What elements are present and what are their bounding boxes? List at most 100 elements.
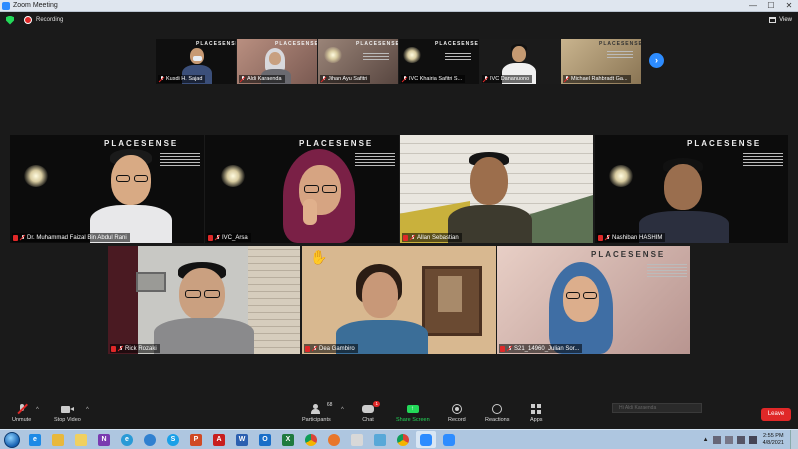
tray-network-icon[interactable] <box>712 435 721 444</box>
glasses <box>566 292 580 299</box>
air-conditioner <box>136 272 166 292</box>
glasses <box>134 175 148 182</box>
zoom-meeting-window: Zoom Meeting — ☐ ✕ Recording View PLACES… <box>0 0 798 449</box>
taskbar-edge-icon[interactable]: e <box>117 431 137 448</box>
tray-chevron-icon[interactable]: ▲ <box>703 437 709 443</box>
video-tile[interactable]: PLACESENSE S21_14960_Julian Sor... <box>497 246 690 354</box>
taskbar-zoom-icon[interactable] <box>416 431 436 448</box>
thumbnail-video[interactable]: PLACESENSE Jihan Ayu Safitri <box>318 39 398 84</box>
taskbar-chrome-icon[interactable] <box>301 431 321 448</box>
mic-muted-icon <box>564 76 569 82</box>
chat-button[interactable]: 1 Chat <box>362 401 380 423</box>
taskbar-excel-icon[interactable]: X <box>278 431 298 448</box>
tray-volume-icon[interactable] <box>748 435 757 444</box>
video-tile[interactable]: Rick Rozaki <box>108 246 300 354</box>
taskbar-explorer-icon[interactable] <box>48 431 68 448</box>
glasses <box>185 290 201 298</box>
curtain <box>108 246 138 354</box>
taskbar-ie-icon[interactable]: e <box>25 431 45 448</box>
taskbar-onenote-icon[interactable]: N <box>94 431 114 448</box>
studio-lamp <box>403 47 421 63</box>
mic-muted-icon <box>305 345 310 352</box>
thumbnail-video[interactable]: PLACESENSE Kusdi H. Sajad <box>156 39 236 84</box>
share-screen-button[interactable]: ↑ Share Screen <box>396 404 430 423</box>
title-bar: Zoom Meeting — ☐ ✕ <box>0 0 798 12</box>
mic-muted-icon <box>507 345 512 352</box>
face-mask <box>193 56 202 61</box>
taskbar-skype-icon[interactable]: S <box>163 431 183 448</box>
poster-brand: PLACESENSE <box>299 139 374 148</box>
mic-muted-icon <box>312 345 317 352</box>
studio-lamp <box>24 165 48 187</box>
participant-name-label: Michael Rahbradt Ga... <box>563 75 631 83</box>
poster-text-lines <box>355 153 395 168</box>
raised-hand-icon: ✋ <box>310 249 328 265</box>
taskbar-outlook-icon[interactable]: O <box>255 431 275 448</box>
security-shield-icon[interactable] <box>6 15 14 25</box>
next-page-arrow-icon[interactable]: › <box>649 53 664 68</box>
mic-muted-icon <box>402 76 407 82</box>
thumbnail-video[interactable]: IVC Dananuono <box>480 39 560 84</box>
close-button[interactable]: ✕ <box>780 0 798 12</box>
participant-name-label: IVC Khairia Safitri S... <box>401 75 466 83</box>
video-tile[interactable]: PLACESENSE Dr. Muhammad Faizal Bin Abdul… <box>10 135 204 243</box>
video-tile[interactable]: PLACESENSE Nashiban HASHIM <box>595 135 788 243</box>
video-options-chevron-icon[interactable]: ^ <box>86 407 89 413</box>
windows-taskbar: e N e S P A W O X ▲ 2:55 PM 4/8/2021 <box>0 429 798 449</box>
thumbnail-video[interactable]: PLACESENSE Aldi Karaenda <box>237 39 317 84</box>
show-desktop-button[interactable] <box>790 429 798 449</box>
thumbnail-video[interactable]: PLACESENSE Michael Rahbradt Ga... <box>561 39 641 84</box>
participant-face <box>269 52 281 65</box>
tray-flag-icon[interactable] <box>724 435 733 444</box>
record-icon <box>451 404 463 414</box>
share-screen-icon: ↑ <box>406 404 419 414</box>
taskbar-notes-icon[interactable] <box>71 431 91 448</box>
glasses <box>116 175 130 182</box>
participants-options-chevron-icon[interactable]: ^ <box>341 407 344 413</box>
mic-muted-icon <box>605 234 610 241</box>
view-button[interactable]: View <box>769 17 792 23</box>
apps-button[interactable]: Apps <box>530 404 543 423</box>
taskbar-cortana-icon[interactable] <box>140 431 160 448</box>
participants-button[interactable]: 68 Participants <box>302 402 333 423</box>
taskbar-chrome2-icon[interactable] <box>393 431 413 448</box>
participant-name-label: Aldi Karaenda <box>239 75 285 83</box>
windows-start-icon[interactable] <box>4 431 20 448</box>
leave-button[interactable]: Leave <box>761 408 791 421</box>
poster-brand: PLACESENSE <box>356 41 398 47</box>
unmute-button[interactable]: Unmute <box>12 403 31 423</box>
participants-count: 68 <box>326 402 333 408</box>
video-tile[interactable]: PLACESENSE IVC_Arsa <box>205 135 399 243</box>
taskbar-firefox-icon[interactable] <box>324 431 344 448</box>
clock-date: 4/8/2021 <box>762 439 784 446</box>
reactions-button[interactable]: Reactions <box>485 404 509 423</box>
chat-bubble-icon: 1 <box>362 401 380 414</box>
tray-battery-icon[interactable] <box>736 435 745 444</box>
chat-unread-badge: 1 <box>373 401 380 407</box>
participant-name-label: Allan Sebastian <box>402 233 462 242</box>
taskbar-word-icon[interactable]: W <box>232 431 252 448</box>
thumbnail-video[interactable]: PLACESENSE IVC Khairia Safitri S... <box>399 39 479 84</box>
taskbar-paint-icon[interactable] <box>347 431 367 448</box>
taskbar-acrobat-icon[interactable]: A <box>209 431 229 448</box>
taskbar-clock[interactable]: 2:55 PM 4/8/2021 <box>763 433 784 447</box>
minimize-button[interactable]: — <box>744 0 762 12</box>
taskbar-zoom2-icon[interactable] <box>439 431 459 448</box>
audio-options-chevron-icon[interactable]: ^ <box>36 407 39 413</box>
mic-muted-icon <box>483 76 488 82</box>
taskbar-photos-icon[interactable] <box>370 431 390 448</box>
video-camera-icon <box>61 404 75 414</box>
clock-time: 2:55 PM <box>763 432 784 439</box>
poster-text-lines <box>363 53 389 62</box>
video-tile[interactable]: Allan Sebastian <box>400 135 593 243</box>
mic-muted-icon <box>240 76 245 82</box>
maximize-button[interactable]: ☐ <box>762 0 780 12</box>
stop-video-button[interactable]: Stop Video <box>54 404 81 423</box>
glasses <box>304 185 319 193</box>
recording-label: Recording <box>36 17 64 23</box>
smiley-face-icon <box>491 404 503 414</box>
record-button[interactable]: Record <box>448 404 466 423</box>
taskbar-powerpoint-icon[interactable]: P <box>186 431 206 448</box>
video-tile[interactable]: ✋ Dea Gambiro <box>302 246 496 354</box>
glasses <box>204 290 220 298</box>
